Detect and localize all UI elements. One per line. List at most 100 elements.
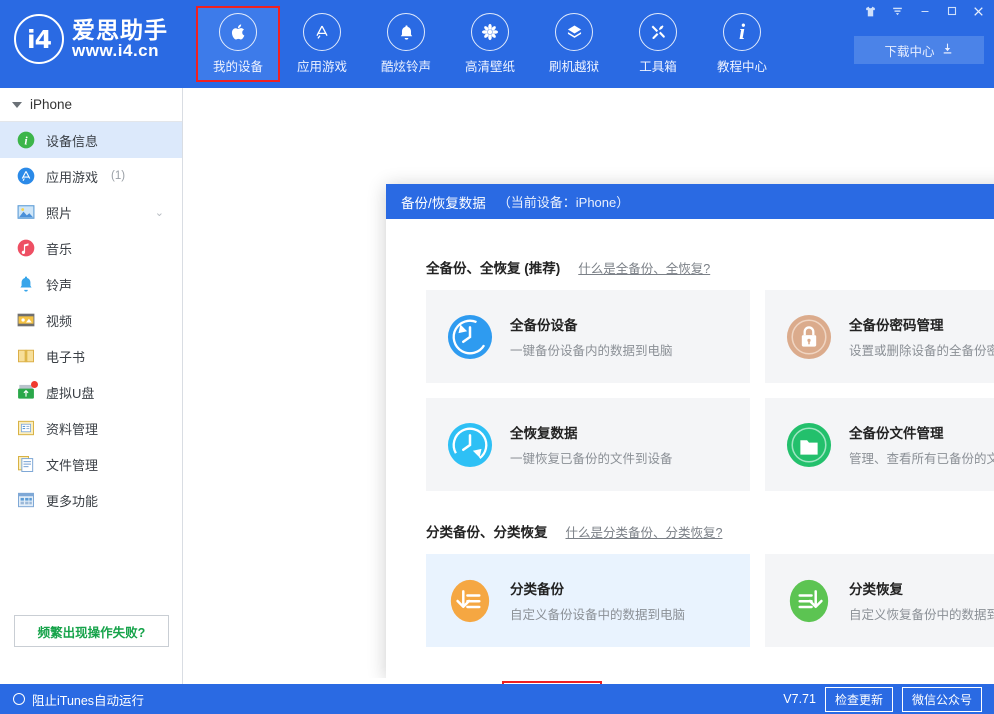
sidebar-item-count: (1) — [111, 170, 125, 182]
sidebar-device-name: iPhone — [30, 97, 72, 112]
sidebar-item-photos[interactable]: 照片 ⌄ — [0, 194, 182, 230]
close-icon[interactable] — [965, 0, 992, 22]
chevron-down-icon[interactable]: ⌄ — [155, 206, 164, 219]
sidebar-item-label: 铃声 — [46, 275, 72, 294]
dialog-subtitle: （当前设备：iPhone） — [498, 192, 629, 211]
nav-tab-label: 应用游戏 — [297, 56, 347, 75]
sidebar-item-label: 文件管理 — [46, 455, 98, 474]
wechat-official-button[interactable]: 微信公众号 — [902, 687, 982, 712]
sidebar-item-ebooks[interactable]: 电子书 — [0, 338, 182, 374]
nav-tab-ringtones[interactable]: 酷炫铃声 — [364, 6, 448, 82]
ringtone-icon — [16, 274, 36, 294]
sidebar-item-apps-games[interactable]: 应用游戏 (1) — [0, 158, 182, 194]
appstore-blue-icon — [16, 166, 36, 186]
dialog-body: 全备份、全恢复 (推荐) 什么是全备份、全恢复? 全备份设备 一键备份设备内的数… — [386, 219, 994, 647]
card-desc: 自定义备份设备中的数据到电脑 — [510, 604, 685, 623]
block-itunes-toggle[interactable]: 阻止iTunes自动运行 — [0, 690, 144, 709]
menu-icon[interactable] — [884, 0, 911, 22]
radio-icon — [13, 693, 25, 705]
card-text: 分类备份 自定义备份设备中的数据到电脑 — [510, 578, 685, 623]
card-backup-file-management[interactable]: 全备份文件管理 管理、查看所有已备份的文件及内容 — [765, 398, 994, 491]
music-icon — [16, 238, 36, 258]
section-header-full-backup: 全备份、全恢复 (推荐) 什么是全备份、全恢复? — [426, 257, 994, 277]
photo-icon — [16, 202, 36, 222]
caret-down-icon — [12, 102, 22, 108]
nav-tab-wallpapers[interactable]: 高清壁纸 — [448, 6, 532, 82]
sidebar-item-more-features[interactable]: 更多功能 — [0, 482, 182, 518]
info-green-icon: i — [16, 130, 36, 150]
operation-failed-help-button[interactable]: 频繁出现操作失败? — [14, 615, 169, 647]
card-category-restore[interactable]: 分类恢复 自定义恢复备份中的数据到设备 — [765, 554, 994, 647]
status-bar-right: V7.71 检查更新 微信公众号 — [783, 687, 994, 712]
nav-tab-apps-games[interactable]: 应用游戏 — [280, 6, 364, 82]
brand-name: 爱思助手 — [72, 18, 168, 42]
version-label: V7.71 — [783, 692, 816, 706]
nav-tab-label: 酷炫铃声 — [381, 56, 431, 75]
category-restore-icon — [786, 578, 832, 624]
sidebar-item-label: 音乐 — [46, 239, 72, 258]
card-title: 全备份密码管理 — [849, 314, 994, 334]
card-text: 全备份密码管理 设置或删除设备的全备份密码 — [849, 314, 994, 359]
sidebar-item-label: 设备信息 — [46, 131, 98, 150]
restore-circle-icon — [447, 422, 493, 468]
card-text: 全备份文件管理 管理、查看所有已备份的文件及内容 — [849, 422, 994, 467]
download-icon — [941, 42, 954, 58]
box-icon — [555, 13, 593, 51]
card-text: 全恢复数据 一键恢复已备份的文件到设备 — [510, 422, 673, 467]
card-desc: 一键备份设备内的数据到电脑 — [510, 340, 673, 359]
block-itunes-label: 阻止iTunes自动运行 — [32, 690, 144, 709]
more-icon — [16, 490, 36, 510]
info-icon: i — [723, 13, 761, 51]
logo-mark-icon: i4 — [14, 14, 64, 64]
nav-tab-flash-jailbreak[interactable]: 刷机越狱 — [532, 6, 616, 82]
backup-restore-dialog: 备份/恢复数据 （当前设备：iPhone） ✕ 全备份、全恢复 (推荐) 什么是… — [386, 184, 994, 678]
notification-badge — [31, 381, 38, 388]
sidebar-item-file-management[interactable]: 文件管理 — [0, 446, 182, 482]
app-header: i4 爱思助手 www.i4.cn 我的设备 应用游戏 — [0, 0, 994, 88]
card-title: 分类备份 — [510, 578, 685, 598]
section-header-category-backup: 分类备份、分类恢复 什么是分类备份、分类恢复? — [426, 521, 994, 541]
card-full-backup-device[interactable]: 全备份设备 一键备份设备内的数据到电脑 — [426, 290, 750, 383]
lock-circle-icon — [786, 314, 832, 360]
video-icon — [16, 310, 36, 330]
card-category-backup[interactable]: 分类备份 自定义备份设备中的数据到电脑 — [426, 554, 750, 647]
card-backup-password-management[interactable]: 全备份密码管理 设置或删除设备的全备份密码 — [765, 290, 994, 383]
sidebar-item-videos[interactable]: 视频 — [0, 302, 182, 338]
sidebar-item-label: 资料管理 — [46, 419, 98, 438]
sidebar-device-selector[interactable]: iPhone — [0, 88, 182, 122]
check-update-button[interactable]: 检查更新 — [825, 687, 893, 712]
card-title: 全备份文件管理 — [849, 422, 994, 442]
section-title: 全备份、全恢复 (推荐) — [426, 257, 560, 277]
nav-tab-my-device[interactable]: 我的设备 — [196, 6, 280, 82]
minimize-icon[interactable] — [911, 0, 938, 22]
full-backup-card-grid: 全备份设备 一键备份设备内的数据到电脑 全备份密码管理 设置或删除设备的全备份密… — [426, 290, 994, 491]
maximize-icon[interactable] — [938, 0, 965, 22]
card-title: 分类恢复 — [849, 578, 994, 598]
download-center-button[interactable]: 下载中心 — [854, 36, 984, 64]
section-spacer — [426, 491, 994, 521]
nav-tab-tutorials[interactable]: i 教程中心 — [700, 6, 784, 82]
sidebar-item-label: 视频 — [46, 311, 72, 330]
sidebar-item-data-management[interactable]: 资料管理 — [0, 410, 182, 446]
app-logo: i4 爱思助手 www.i4.cn — [14, 14, 168, 64]
card-desc: 管理、查看所有已备份的文件及内容 — [849, 448, 994, 467]
data-icon — [16, 418, 36, 438]
nav-tab-label: 工具箱 — [639, 56, 677, 75]
backup-circle-icon — [447, 314, 493, 360]
section-help-link[interactable]: 什么是分类备份、分类恢复? — [566, 522, 723, 541]
main-nav-tabs: 我的设备 应用游戏 酷炫铃声 — [196, 6, 784, 82]
sidebar-item-virtual-usb[interactable]: 虚拟U盘 — [0, 374, 182, 410]
apple-icon — [219, 13, 257, 51]
sidebar-item-label: 更多功能 — [46, 491, 98, 510]
section-help-link[interactable]: 什么是全备份、全恢复? — [578, 258, 710, 277]
card-full-restore-data[interactable]: 全恢复数据 一键恢复已备份的文件到设备 — [426, 398, 750, 491]
content-area: 备份/恢复数据 （当前设备：iPhone） ✕ 全备份、全恢复 (推荐) 什么是… — [183, 88, 994, 684]
card-desc: 自定义恢复备份中的数据到设备 — [849, 604, 994, 623]
sidebar-item-music[interactable]: 音乐 — [0, 230, 182, 266]
skin-icon[interactable] — [857, 0, 884, 22]
app-window: i4 爱思助手 www.i4.cn 我的设备 应用游戏 — [0, 0, 994, 714]
nav-tab-toolbox[interactable]: 工具箱 — [616, 6, 700, 82]
usb-icon — [16, 382, 36, 402]
sidebar-item-device-info[interactable]: i 设备信息 — [0, 122, 182, 158]
sidebar-item-ringtones[interactable]: 铃声 — [0, 266, 182, 302]
